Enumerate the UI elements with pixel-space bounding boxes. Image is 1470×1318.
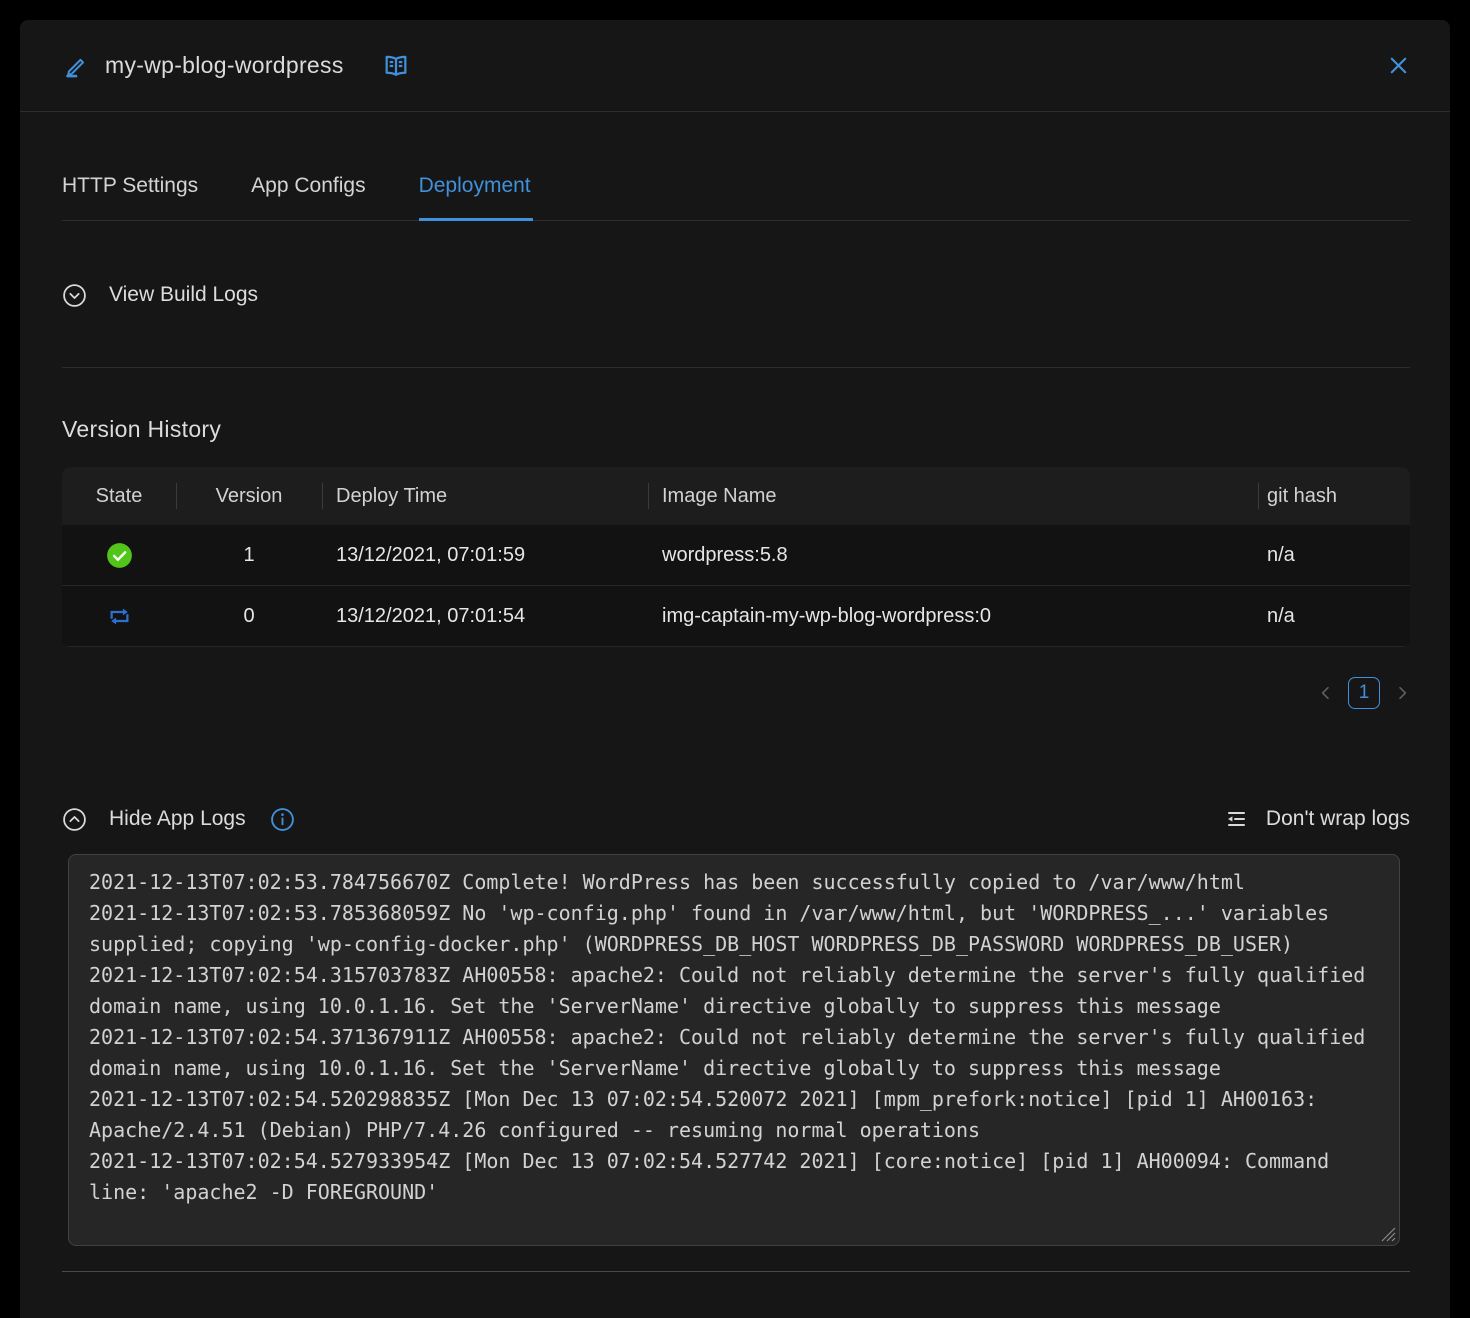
dont-wrap-logs-label: Don't wrap logs <box>1266 807 1410 831</box>
table-row: 1 13/12/2021, 07:01:59 wordpress:5.8 n/a <box>62 525 1410 586</box>
column-header-image-name: Image Name <box>648 485 1258 508</box>
app-title: my-wp-blog-wordpress <box>105 52 344 79</box>
image-name-cell: img-captain-my-wp-blog-wordpress:0 <box>648 605 1258 628</box>
tab-app-configs[interactable]: App Configs <box>251 174 367 221</box>
check-circle-icon <box>106 542 133 569</box>
table-row: 0 13/12/2021, 07:01:54 img-captain-my-wp… <box>62 586 1410 647</box>
column-header-git-hash: git hash <box>1258 485 1410 508</box>
version-cell: 1 <box>176 544 322 567</box>
deploy-time-cell: 13/12/2021, 07:01:54 <box>322 605 648 628</box>
panel-header: my-wp-blog-wordpress <box>20 20 1450 112</box>
state-cell <box>62 603 176 630</box>
app-logs-header: Hide App Logs Don't wrap logs <box>62 804 1410 834</box>
edit-app-name-icon[interactable] <box>62 52 89 79</box>
previous-page-icon[interactable] <box>1318 685 1334 701</box>
app-logs-text: 2021-12-13T07:02:53.784756670Z Complete!… <box>89 867 1379 1208</box>
chevron-up-circle-icon[interactable] <box>62 807 87 832</box>
image-name-cell: wordpress:5.8 <box>648 544 1258 567</box>
next-page-icon[interactable] <box>1394 685 1410 701</box>
hide-app-logs-label[interactable]: Hide App Logs <box>109 807 246 831</box>
section-divider <box>62 367 1410 368</box>
page-1-button[interactable]: 1 <box>1348 677 1380 709</box>
menu-fold-icon <box>1224 807 1248 831</box>
tab-deployment[interactable]: Deployment <box>419 174 533 221</box>
git-hash-cell: n/a <box>1258 605 1410 628</box>
pagination: 1 <box>62 677 1410 709</box>
view-build-logs-toggle[interactable]: View Build Logs <box>62 281 1410 309</box>
column-header-version: Version <box>176 485 322 508</box>
close-icon[interactable] <box>1387 54 1410 77</box>
tab-bar: HTTP Settings App Configs Deployment <box>62 174 1410 221</box>
version-history-title: Version History <box>62 416 1410 443</box>
version-cell: 0 <box>176 605 322 628</box>
chevron-down-circle-icon <box>62 283 87 308</box>
git-hash-cell: n/a <box>1258 544 1410 567</box>
dont-wrap-logs-toggle[interactable]: Don't wrap logs <box>1224 807 1410 831</box>
info-circle-icon[interactable] <box>270 807 295 832</box>
deploy-time-cell: 13/12/2021, 07:01:59 <box>322 544 648 567</box>
column-header-state: State <box>62 485 176 508</box>
table-header-row: State Version Deploy Time Image Name git… <box>62 467 1410 525</box>
version-history-table: State Version Deploy Time Image Name git… <box>62 467 1410 647</box>
docs-book-icon[interactable] <box>382 52 410 80</box>
tab-http-settings[interactable]: HTTP Settings <box>62 174 200 221</box>
retry-rollback-icon[interactable] <box>106 603 133 630</box>
app-logs-textarea[interactable]: 2021-12-13T07:02:53.784756670Z Complete!… <box>68 854 1400 1246</box>
bottom-divider <box>62 1271 1410 1272</box>
view-build-logs-label: View Build Logs <box>109 283 258 307</box>
app-details-panel: my-wp-blog-wordpress HTTP Settings App C… <box>20 20 1450 1318</box>
state-cell <box>62 542 176 569</box>
column-header-deploy-time: Deploy Time <box>322 485 648 508</box>
resize-handle-icon[interactable] <box>1379 1225 1396 1242</box>
